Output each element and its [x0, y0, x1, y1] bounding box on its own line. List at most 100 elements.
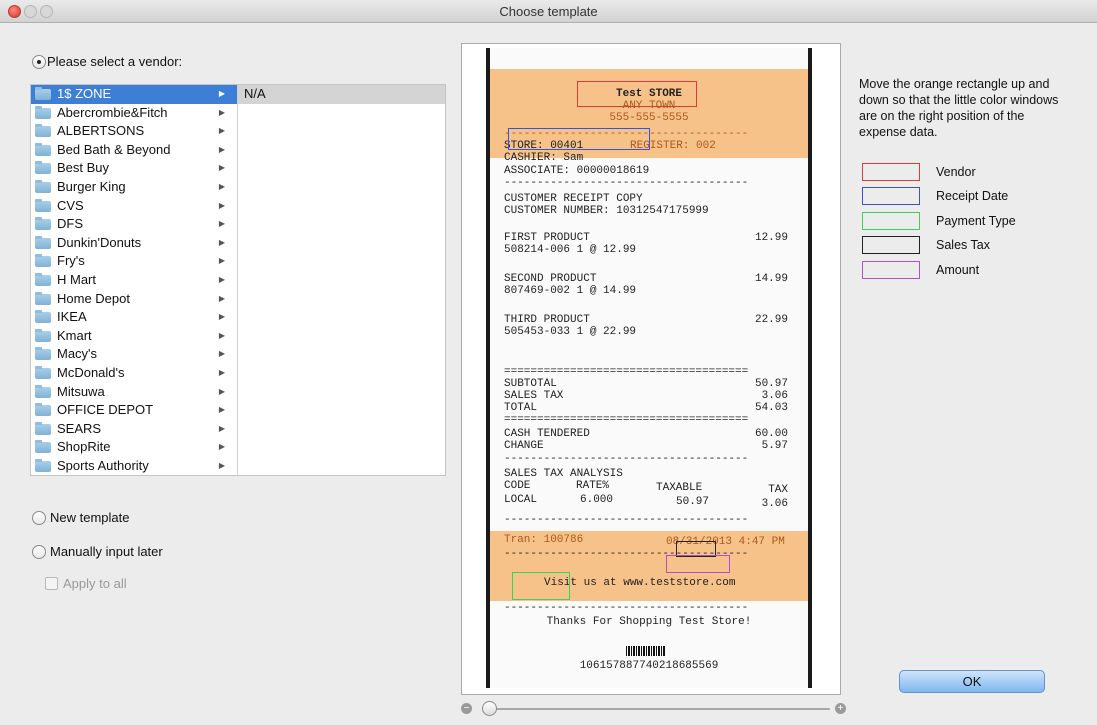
receipt-analysis-cell: 50.97 [676, 496, 710, 508]
window-title: Choose template [499, 4, 598, 19]
receipt-tax: 3.06 [761, 390, 788, 402]
receipt-item-name: SECOND PRODUCT [504, 273, 597, 285]
disclosure-arrow-icon: ▶ [218, 107, 225, 117]
folder-icon [35, 142, 51, 156]
vendor-list-item[interactable]: Sports Authority ▶ [31, 457, 237, 475]
legend-vendor-swatch [862, 163, 920, 181]
vendor-list-item[interactable]: IKEA ▶ [31, 308, 237, 327]
receipt-divider: ===================================== [504, 414, 749, 426]
receipt-copy: CUSTOMER RECEIPT COPY [504, 193, 643, 205]
vendor-list-item[interactable]: Burger King ▶ [31, 178, 237, 197]
select-vendor-label: Please select a vendor: [47, 54, 183, 69]
vendor-list-item[interactable]: OFFICE DEPOT ▶ [31, 401, 237, 420]
vendor-list-item[interactable]: Dunkin'Donuts ▶ [31, 234, 237, 253]
receipt-associate: ASSOCIATE: 00000018619 [504, 165, 650, 177]
receipt-date-window[interactable] [508, 128, 650, 150]
vendor-list-item[interactable]: Best Buy ▶ [31, 159, 237, 178]
vendor-name: CVS [57, 197, 84, 213]
vendor-detail-item[interactable]: N/A [238, 85, 445, 104]
disclosure-arrow-icon: ▶ [218, 442, 225, 452]
vendor-name: 1$ ZONE [57, 86, 112, 101]
vendor-name: Sports Authority [57, 457, 149, 473]
disclosure-arrow-icon: ▶ [218, 312, 225, 322]
vendor-window[interactable] [577, 81, 697, 107]
disclosure-arrow-icon: ▶ [218, 89, 225, 98]
zoom-slider-handle[interactable] [482, 701, 497, 716]
payment-type-window[interactable] [512, 572, 570, 600]
vendor-list-item[interactable]: McDonald's ▶ [31, 364, 237, 383]
receipt-visit: Visit us at www.teststore.com [544, 577, 736, 589]
disclosure-arrow-icon: ▶ [218, 423, 225, 433]
receipt-item-detail: 505453-033 1 @ 22.99 [504, 326, 637, 338]
receipt-item-price: 12.99 [754, 232, 788, 244]
zoom-in-icon[interactable]: + [835, 703, 846, 714]
folder-icon [35, 384, 51, 398]
receipt-analysis-header: CODE [504, 480, 531, 492]
vendor-list-item[interactable]: Mitsuwa ▶ [31, 383, 237, 402]
folder-icon [35, 458, 51, 472]
disclosure-arrow-icon: ▶ [218, 349, 225, 359]
folder-icon [35, 217, 51, 231]
receipt-analysis-title: SALES TAX ANALYSIS [504, 468, 623, 480]
receipt-analysis-cell: LOCAL [504, 494, 538, 506]
disclosure-arrow-icon: ▶ [218, 256, 225, 266]
manual-input-radio[interactable] [32, 545, 46, 559]
folder-icon [35, 310, 51, 324]
legend-payment-type-swatch [862, 212, 920, 230]
zoom-out-icon[interactable]: − [461, 703, 472, 714]
select-vendor-radio[interactable] [32, 55, 46, 69]
vendor-list-item[interactable]: Home Depot ▶ [31, 290, 237, 309]
ok-button[interactable]: OK [899, 670, 1045, 693]
folder-icon [35, 161, 51, 175]
receipt-cashier: CASHIER: Sam [504, 152, 584, 164]
vendor-list-item[interactable]: ShopRite ▶ [31, 438, 237, 457]
receipt-image: Test STORE ANY TOWN 555-555-5555 -------… [486, 48, 812, 688]
folder-icon [35, 105, 51, 119]
disclosure-arrow-icon: ▶ [218, 386, 225, 396]
vendor-list-item[interactable]: Fry's ▶ [31, 252, 237, 271]
receipt-item-detail: 807469-002 1 @ 14.99 [504, 285, 637, 297]
folder-icon [35, 235, 51, 249]
vendor-name: Kmart [57, 327, 92, 343]
vendor-list-item[interactable]: H Mart ▶ [31, 271, 237, 290]
vendor-list-item[interactable]: Bed Bath & Beyond ▶ [31, 141, 237, 160]
zoom-slider-track[interactable] [484, 708, 830, 710]
vendor-list-item[interactable]: Abercrombie&Fitch ▶ [31, 104, 237, 123]
receipt-divider: ------------------------------------- [504, 177, 749, 189]
vendor-name: H Mart [57, 271, 96, 287]
vendor-list-item[interactable]: DFS ▶ [31, 215, 237, 234]
amount-window[interactable] [666, 555, 730, 573]
vendor-list-item[interactable]: Macy's ▶ [31, 345, 237, 364]
vendor-name: Burger King [57, 178, 126, 194]
receipt-item-price: 22.99 [754, 314, 788, 326]
receipt-divider: ------------------------------------- [504, 514, 749, 526]
vendor-list-item[interactable]: CVS ▶ [31, 197, 237, 216]
vendor-list-item[interactable]: ALBERTSONS ▶ [31, 122, 237, 141]
apply-to-all-checkbox[interactable] [45, 577, 58, 590]
receipt-change: 5.97 [761, 440, 788, 452]
vendor-name: SEARS [57, 420, 102, 436]
receipt-analysis-header: TAX [768, 484, 788, 496]
folder-icon [35, 254, 51, 268]
folder-icon [35, 440, 51, 454]
receipt-subtotal-label: SUBTOTAL [504, 378, 557, 390]
receipt-phone: 555-555-5555 [609, 112, 689, 124]
receipt-divider: ------------------------------------- [504, 602, 749, 614]
disclosure-arrow-icon: ▶ [218, 460, 225, 470]
receipt-customer-number: CUSTOMER NUMBER: 10312547175999 [504, 205, 709, 217]
receipt-divider: ===================================== [504, 366, 749, 378]
vendor-list-item[interactable]: Kmart ▶ [31, 327, 237, 346]
vendor-name: McDonald's [57, 364, 125, 380]
vendor-name: Macy's [57, 346, 98, 362]
receipt-barcode-number: 106157887740218685569 [579, 660, 719, 672]
disclosure-arrow-icon: ▶ [218, 237, 225, 247]
vendor-list-item[interactable]: 1$ ZONE ▶ [31, 85, 237, 104]
vendor-list-item[interactable]: SEARS ▶ [31, 420, 237, 439]
receipt-change-label: CHANGE [504, 440, 544, 452]
folder-icon [35, 347, 51, 361]
vendor-name: Mitsuwa [57, 383, 105, 399]
folder-icon [35, 403, 51, 417]
legend-amount-label: Amount [936, 263, 980, 277]
vendor-name: DFS [57, 216, 83, 232]
new-template-radio[interactable] [32, 511, 46, 525]
